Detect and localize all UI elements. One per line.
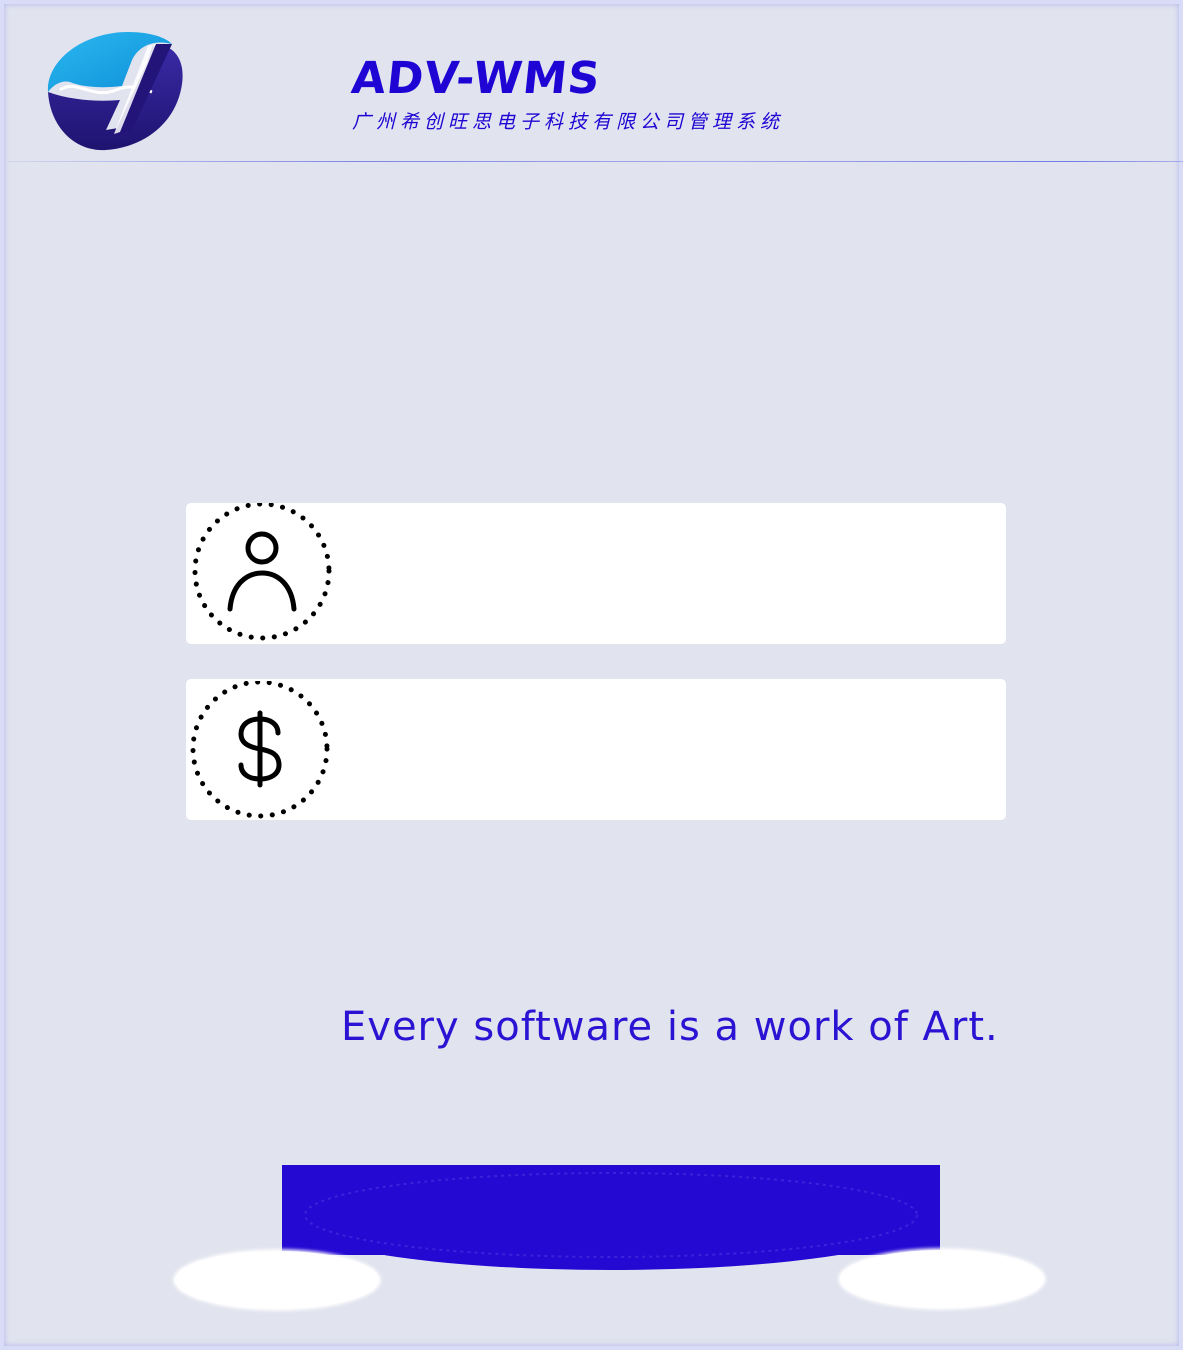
- login-page: ADV-WMS 广州希创旺思电子科技有限公司管理系统 Every softwar…: [0, 0, 1183, 1350]
- adv-wms-logo-icon: [47, 32, 183, 151]
- dollar-icon: [190, 681, 330, 819]
- right-cloud-decoration: [840, 1250, 1044, 1308]
- password-field[interactable]: [186, 679, 1006, 820]
- company-subtitle: 广州希创旺思电子科技有限公司管理系统: [352, 111, 785, 133]
- header-divider: [8, 161, 1183, 162]
- header: ADV-WMS 广州希创旺思电子科技有限公司管理系统: [4, 4, 1183, 162]
- motto-text: Every software is a work of Art.: [341, 1004, 999, 1050]
- login-button-label: [280, 1162, 942, 1272]
- app-title: ADV-WMS: [349, 53, 604, 104]
- username-field[interactable]: [186, 503, 1006, 644]
- login-button[interactable]: [280, 1162, 942, 1272]
- left-cloud-decoration: [175, 1251, 379, 1309]
- password-input[interactable]: [346, 699, 990, 801]
- username-input[interactable]: [346, 523, 990, 625]
- user-icon: [192, 503, 332, 641]
